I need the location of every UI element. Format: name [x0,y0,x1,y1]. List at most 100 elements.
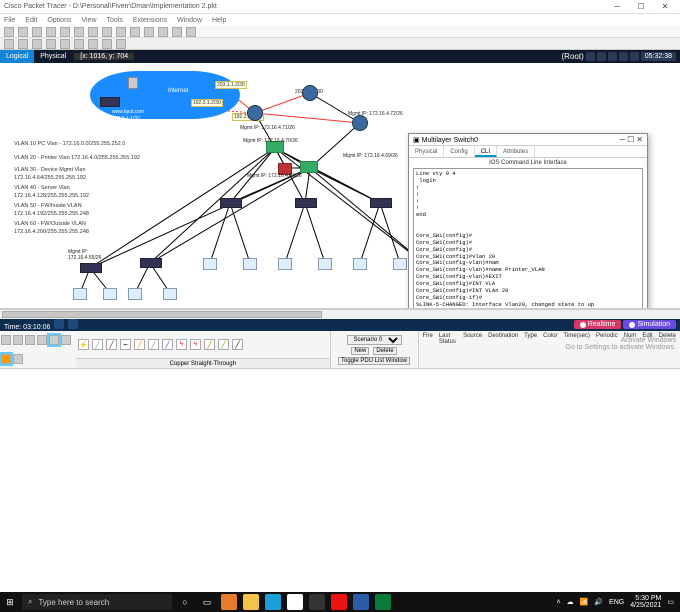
server-icon[interactable] [128,77,138,89]
maximize-button[interactable]: ☐ [630,2,652,11]
topology-canvas[interactable]: Internet www.kpol.com 212.2.1.1/30 203.1… [0,63,680,309]
tray-cloud-icon[interactable]: ☁ [567,598,574,606]
tool-new-icon[interactable] [4,27,14,37]
tool-zoomout-icon[interactable] [130,27,140,37]
tab-physical[interactable]: Physical [34,50,72,63]
nav-bg-icon[interactable] [608,52,617,61]
pc-10[interactable] [393,258,407,270]
pc-7[interactable] [278,258,292,270]
cli-min-button[interactable]: ─ [620,135,626,144]
power-cycle-icon[interactable] [54,319,64,329]
tool-misc-icon[interactable] [186,27,196,37]
edge-router-icon[interactable] [247,105,263,121]
cat-router-icon[interactable] [1,335,11,345]
tray-date[interactable]: 4/25/2021 [630,602,661,609]
pc-9[interactable] [353,258,367,270]
opera-icon[interactable] [331,594,347,610]
cat-connections-icon[interactable] [49,335,59,345]
cli-terminal[interactable]: Line vty 0 4 login ! ! ! ! end Core_SW1(… [413,168,643,309]
cli-tab-config[interactable]: Config [444,146,474,157]
cable-auto-icon[interactable]: ⚡ [78,339,89,350]
cable-cross-icon[interactable]: ┅ [120,339,131,350]
pc-5[interactable] [203,258,217,270]
tray-sound-icon[interactable]: 🔊 [594,598,603,606]
select-tool-icon[interactable] [4,39,14,49]
tool-copy-icon[interactable] [60,27,70,37]
cli-close-button[interactable]: ✕ [636,135,643,144]
cat-switch-icon[interactable] [13,335,23,345]
cat-hub-icon[interactable] [25,335,35,345]
canvas-scroll-thumb[interactable] [2,311,322,318]
tray-lang[interactable]: ENG [609,599,624,606]
taskview-icon[interactable]: ▭ [199,594,215,610]
access-sw-5[interactable] [370,198,392,208]
isp-router-icon[interactable] [100,97,120,107]
access-sw-2[interactable] [140,258,162,268]
realtime-button[interactable]: Realtime [574,320,622,329]
access-sw-3[interactable] [220,198,242,208]
router-r1-icon[interactable] [302,85,318,101]
pc-3[interactable] [128,288,142,300]
cat-end-icon[interactable] [61,335,71,345]
cable-octal-icon[interactable]: ╱ [204,339,215,350]
pc-8[interactable] [318,258,332,270]
note-tool-icon[interactable] [32,39,42,49]
cable-usb-icon[interactable]: ╱ [218,339,229,350]
access-sw-1[interactable] [80,263,102,273]
resize-tool-icon[interactable] [88,39,98,49]
tool-save-icon[interactable] [32,27,42,37]
tool-open-icon[interactable] [18,27,28,37]
complex-pdu-tool-icon[interactable] [116,39,126,49]
pc-4[interactable] [163,288,177,300]
menu-options[interactable]: Options [47,17,71,24]
menu-file[interactable]: File [4,17,15,24]
cable-console-icon[interactable]: ╱ [92,339,103,350]
store-icon[interactable] [287,594,303,610]
shape-tool-icon[interactable] [74,39,84,49]
notepad-icon[interactable] [309,594,325,610]
cli-tab-attributes[interactable]: Attributes [497,146,535,157]
menu-view[interactable]: View [81,17,96,24]
cable-fiber-icon[interactable]: ╱ [134,339,145,350]
cable-serial-dte-icon[interactable]: ϟ [190,339,201,350]
hand-tool-icon[interactable] [18,39,28,49]
pc-1[interactable] [73,288,87,300]
firefox-icon[interactable] [221,594,237,610]
edge-icon[interactable] [265,594,281,610]
menu-extensions[interactable]: Extensions [133,17,167,24]
cli-titlebar[interactable]: ▣ Multilayer Switch0 ─ ☐ ✕ [409,134,647,146]
cat-misc-icon[interactable] [13,354,23,364]
access-sw-4[interactable] [295,198,317,208]
cable-phone-icon[interactable]: ╱ [148,339,159,350]
cable-straight-icon[interactable]: ╱ [106,339,117,350]
core-sw1-icon[interactable] [300,161,318,173]
simulation-button[interactable]: Simulation [623,320,676,329]
delete-tool-icon[interactable] [46,39,56,49]
tool-undo-icon[interactable] [88,27,98,37]
scenario-delete-button[interactable]: Delete [373,347,396,355]
tool-palette-icon[interactable] [172,27,182,37]
router-r2-icon[interactable] [352,115,368,131]
nav-cluster-icon[interactable] [586,52,595,61]
scenario-new-button[interactable]: New [351,347,369,355]
toggle-pdu-button[interactable]: Toggle PDU List Window [338,357,410,365]
fast-forward-icon[interactable] [68,319,78,329]
menu-edit[interactable]: Edit [25,17,37,24]
pdu-tool-icon[interactable] [102,39,112,49]
tool-notes-icon[interactable] [158,27,168,37]
scenario-select[interactable]: Scenario 0 [347,335,402,345]
nav-back-icon[interactable]: (Root) [562,52,584,61]
cable-serial-dce-icon[interactable]: ϟ [176,339,187,350]
taskbar-search[interactable]: ⌕ Type here to search [22,594,172,610]
device-config-window[interactable]: ▣ Multilayer Switch0 ─ ☐ ✕ Physical Conf… [408,133,648,309]
menu-help[interactable]: Help [212,17,226,24]
nav-viewport-icon[interactable] [619,52,628,61]
canvas-scroll-x[interactable] [0,309,680,319]
tool-print-icon[interactable] [46,27,56,37]
tool-paste-icon[interactable] [74,27,84,37]
close-button[interactable]: ✕ [654,2,676,11]
tool-redo-icon[interactable] [102,27,112,37]
tool-zoomfit-icon[interactable] [144,27,154,37]
nav-move-icon[interactable] [597,52,606,61]
menu-tools[interactable]: Tools [107,17,123,24]
